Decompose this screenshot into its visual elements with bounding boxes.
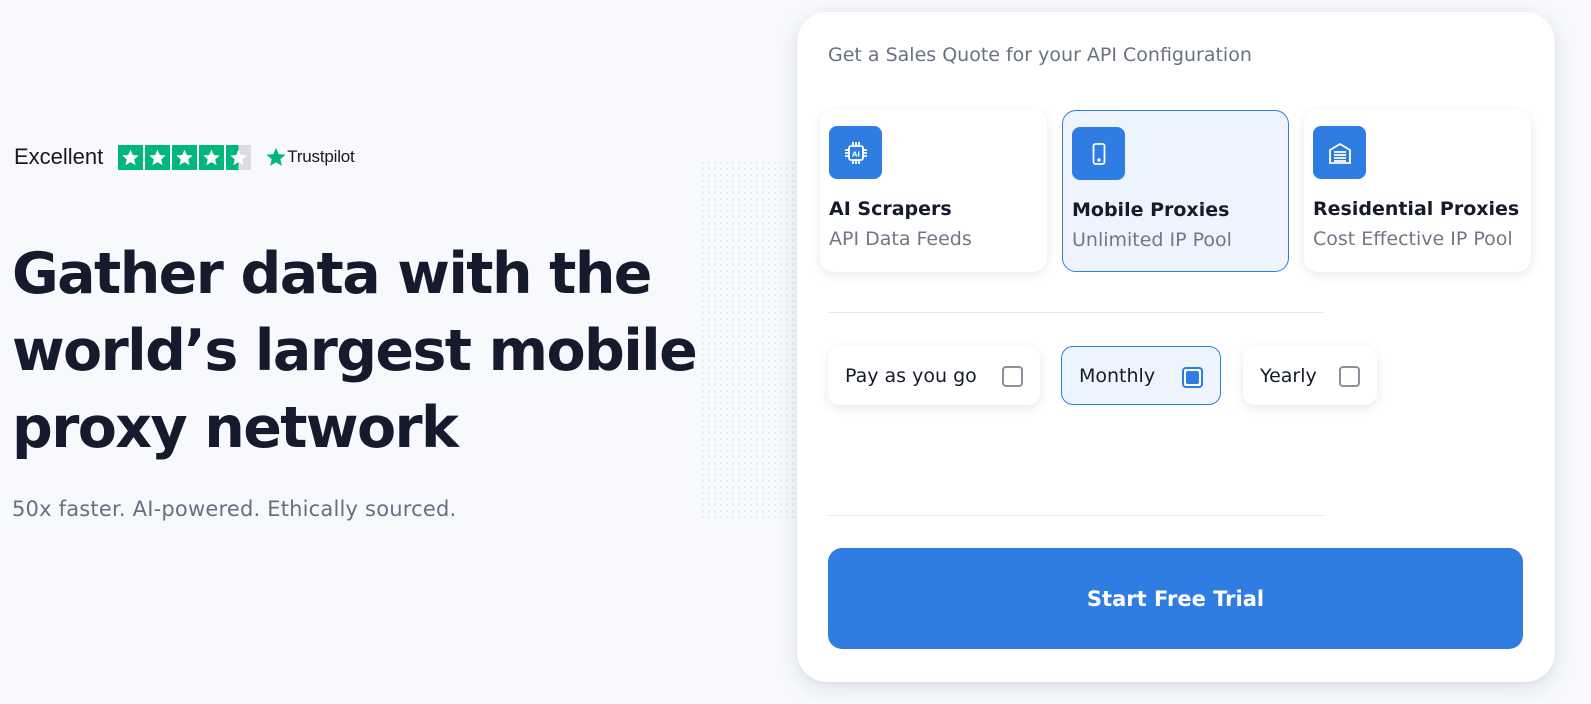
divider	[828, 515, 1324, 516]
divider	[828, 312, 1324, 313]
yearly-checkbox[interactable]	[1339, 366, 1360, 387]
monthly-checkbox[interactable]	[1182, 367, 1203, 388]
product-subtitle: Unlimited IP Pool	[1072, 229, 1232, 251]
mobile-phone-icon	[1072, 127, 1125, 180]
product-option-mobile-proxies[interactable]: Mobile Proxies Unlimited IP Pool	[1062, 110, 1289, 272]
product-name: Mobile Proxies	[1072, 199, 1230, 221]
billing-option-pay-as-you-go[interactable]: Pay as you go	[828, 346, 1040, 405]
billing-option-monthly[interactable]: Monthly	[1061, 346, 1221, 405]
product-subtitle: Cost Effective IP Pool	[1313, 228, 1513, 250]
headline-line: world’s largest mobile	[12, 318, 698, 384]
trustpilot-star-icon	[266, 147, 286, 166]
star-icon	[199, 144, 225, 170]
svg-text:AI: AI	[851, 150, 859, 158]
product-option-residential-proxies[interactable]: Residential Proxies Cost Effective IP Po…	[1304, 110, 1531, 272]
star-icon	[118, 144, 144, 170]
product-name: Residential Proxies	[1313, 198, 1520, 220]
trustpilot-logo: Trustpilot	[265, 146, 355, 168]
hero-subline: 50x faster. AI-powered. Ethically source…	[12, 497, 457, 521]
billing-option-yearly[interactable]: Yearly	[1243, 346, 1377, 405]
trustpilot-stars	[118, 144, 253, 170]
billing-label: Yearly	[1260, 364, 1317, 387]
trustpilot-brand: Trustpilot	[287, 147, 355, 166]
warehouse-icon	[1313, 126, 1366, 179]
star-icon	[172, 144, 198, 170]
product-option-ai-scrapers[interactable]: AI AI Scrapers API Data Feeds	[820, 110, 1047, 272]
sales-quote-card: Get a Sales Quote for your API Configura…	[797, 12, 1555, 682]
trustpilot-widget[interactable]: Excellent Trustpilot	[14, 144, 355, 170]
pay-as-you-go-checkbox[interactable]	[1002, 366, 1023, 387]
product-subtitle: API Data Feeds	[829, 228, 972, 250]
billing-label: Monthly	[1079, 364, 1156, 387]
card-title: Get a Sales Quote for your API Configura…	[828, 44, 1252, 66]
product-name: AI Scrapers	[829, 198, 952, 220]
hero-headline: Gather data with the world’s largest mob…	[12, 236, 712, 467]
headline-line: proxy network	[12, 395, 459, 461]
ai-chip-icon: AI	[829, 126, 882, 179]
headline-line: Gather data with the	[12, 241, 652, 307]
star-icon	[145, 144, 171, 170]
half-star-icon	[226, 144, 252, 170]
start-free-trial-button[interactable]: Start Free Trial	[828, 548, 1523, 649]
billing-label: Pay as you go	[845, 364, 977, 387]
trustpilot-rating-word: Excellent	[14, 144, 104, 169]
